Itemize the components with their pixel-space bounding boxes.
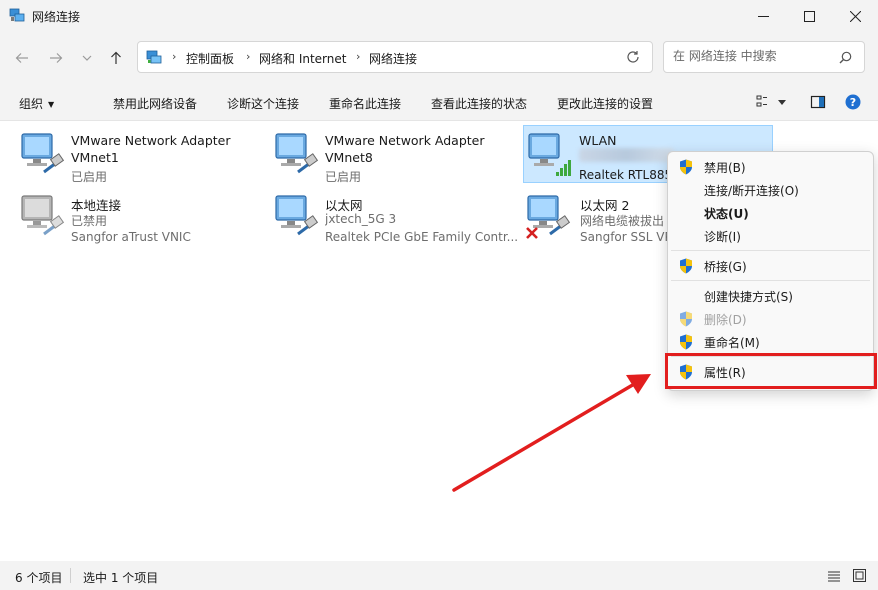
breadcrumb-separator-icon: › [172,50,177,63]
diagnose-button[interactable]: 诊断这个连接 [227,95,299,112]
large-icons-view-icon[interactable] [853,569,866,582]
uac-shield-icon [680,311,692,327]
network-adapter-icon [275,133,319,174]
recent-locations-button[interactable] [77,48,97,68]
connection-adapter: Sangfor aTrust VNIC [71,230,191,244]
organize-menu[interactable]: 组织 ▼ [19,95,54,112]
connection-name-line2: VMnet8 [325,150,373,165]
title-bar: 网络连接 [0,0,878,32]
status-bar: 6 个项目 选中 1 个项目 [0,561,878,590]
annotation-highlight-box [665,353,877,389]
minimize-button[interactable] [740,0,786,32]
caret-down-icon: ▼ [48,100,55,109]
preview-pane-icon[interactable] [810,94,826,110]
breadcrumb-network-internet[interactable]: 网络和 Internet [259,50,346,67]
connection-item-local[interactable]: 本地连接 已禁用 Sangfor aTrust VNIC [18,188,268,246]
connection-status: 已启用 [325,170,362,184]
caret-down-icon[interactable] [777,94,787,110]
network-adapter-icon [275,195,319,236]
command-bar: 组织 ▼ 禁用此网络设备 诊断这个连接 重命名此连接 查看此连接的状态 更改此连接… [0,84,878,121]
menu-item-label: 连接/断开连接(O) [704,184,799,198]
organize-label: 组织 [19,97,44,111]
close-icon [849,10,861,22]
connection-item-ethernet[interactable]: 以太网 jxtech_5G 3 Realtek PCIe GbE Family … [272,188,522,246]
menu-item-delete: 删除(D) [668,308,873,330]
search-icon[interactable] [839,51,852,64]
connection-adapter: Realtek RTL885 [579,168,667,182]
disable-device-button[interactable]: 禁用此网络设备 [113,95,197,112]
breadcrumb-separator-icon: › [246,50,251,63]
connection-status: 已启用 [71,170,108,184]
menu-item-label: 诊断(I) [704,230,741,244]
network-adapter-disabled-icon [21,195,65,236]
menu-item-rename[interactable]: 重命名(M) [668,331,873,353]
selected-count: 选中 1 个项目 [83,571,159,585]
address-bar[interactable]: › 控制面板 › 网络和 Internet › 网络连接 [137,41,653,73]
menu-item-bridge[interactable]: 桥接(G) [668,255,873,277]
wifi-adapter-icon [528,133,571,176]
control-panel-icon [146,50,162,64]
change-settings-button[interactable]: 更改此连接的设置 [557,95,653,112]
connection-name-line2: VMnet1 [71,150,119,165]
breadcrumb-separator-icon: › [356,50,361,63]
network-adapter-unplugged-icon [526,195,571,239]
menu-item-connect-disconnect[interactable]: 连接/断开连接(O) [668,179,873,201]
search-box[interactable] [663,41,865,73]
menu-item-label: 桥接(G) [704,260,747,274]
connection-network: jxtech_5G 3 [325,212,397,226]
menu-item-diagnose[interactable]: 诊断(I) [668,225,873,247]
connection-name: VMware Network Adapter [325,133,485,148]
uac-shield-icon [680,334,692,350]
menu-item-label: 删除(D) [704,313,747,327]
uac-shield-icon [680,258,692,274]
search-input[interactable] [673,49,833,63]
menu-separator [671,250,870,251]
menu-item-create-shortcut[interactable]: 创建快捷方式(S) [668,285,873,307]
details-view-icon[interactable] [827,570,841,582]
forward-button[interactable] [46,48,66,68]
view-options-icon[interactable] [756,94,772,110]
rename-button[interactable]: 重命名此连接 [329,95,401,112]
annotation-arrow-icon [452,374,651,492]
svg-text:?: ? [850,96,856,109]
refresh-icon[interactable] [626,50,640,64]
connection-adapter: Realtek PCIe GbE Family Contr... [325,230,519,244]
redacted-network-name [579,148,674,162]
network-connections-icon [9,8,25,22]
window-title: 网络连接 [32,10,81,24]
arrow-left-icon [15,53,28,63]
back-button[interactable] [12,48,32,68]
arrow-right-icon [50,53,63,63]
menu-item-disable[interactable]: 禁用(B) [668,156,873,178]
connection-status: 网络电缆被拔出 [580,214,665,228]
connection-status: 已禁用 [71,214,108,228]
menu-item-label: 创建快捷方式(S) [704,290,793,304]
connection-item-ethernet-2[interactable]: 以太网 2 网络电缆被拔出 Sangfor SSL VP [524,188,667,246]
minimize-icon [757,15,769,17]
connection-adapter: Sangfor SSL VP [580,230,667,244]
arrow-up-icon [111,51,121,64]
breadcrumb-control-panel[interactable]: 控制面板 [186,50,234,67]
connection-item-vmnet1[interactable]: VMware Network Adapter VMnet1 已启用 [18,126,268,184]
menu-separator [671,280,870,281]
close-button[interactable] [832,0,878,32]
help-icon[interactable]: ? [845,94,861,110]
menu-item-label: 状态(U) [704,207,749,221]
menu-item-label: 禁用(B) [704,161,746,175]
connection-name: VMware Network Adapter [71,133,231,148]
connection-name: WLAN [579,133,617,148]
status-divider [70,568,71,583]
connection-item-vmnet8[interactable]: VMware Network Adapter VMnet8 已启用 [272,126,522,184]
network-adapter-icon [21,133,65,174]
breadcrumb-network-connections[interactable]: 网络连接 [369,50,417,67]
menu-item-status[interactable]: 状态(U) [668,202,873,224]
item-count: 6 个项目 [15,571,63,585]
up-button[interactable] [106,48,126,68]
view-status-button[interactable]: 查看此连接的状态 [431,95,527,112]
maximize-icon [803,10,815,22]
menu-item-label: 重命名(M) [704,336,760,350]
chevron-down-icon [82,55,92,61]
maximize-button[interactable] [786,0,832,32]
uac-shield-icon [680,159,692,175]
